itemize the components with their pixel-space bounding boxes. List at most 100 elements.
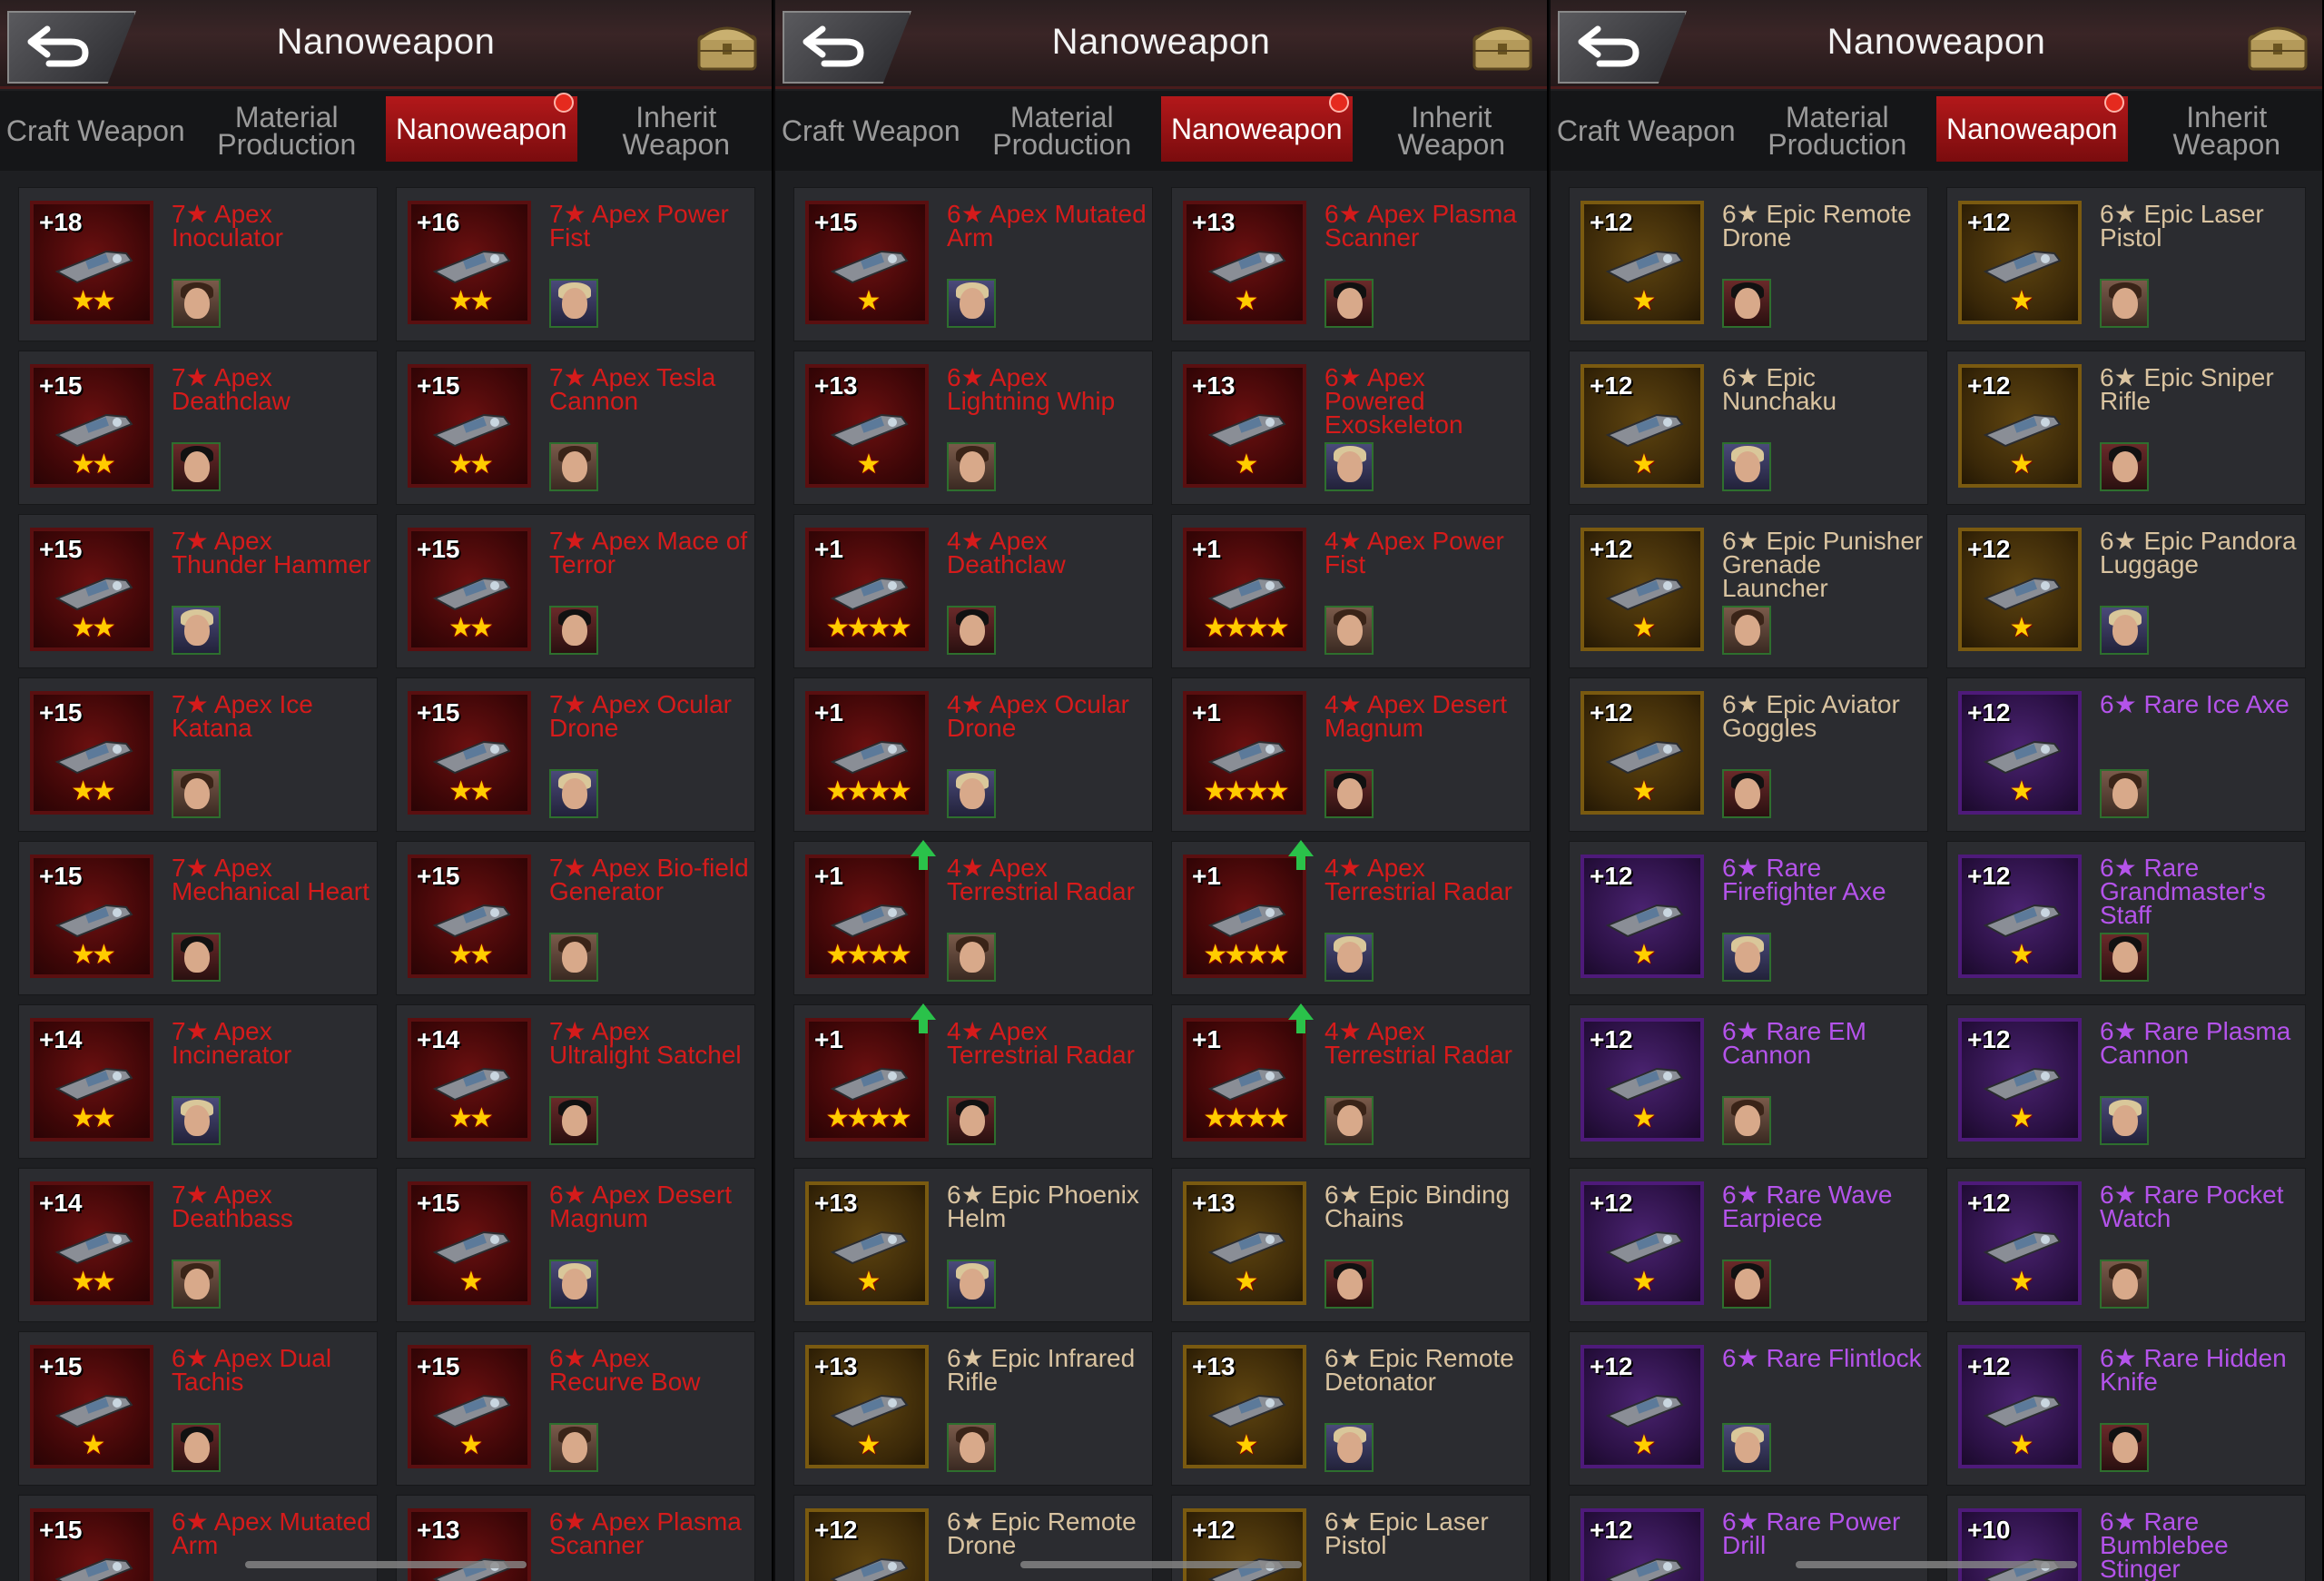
weapon-card[interactable]: +15 ★ 6★ Apex Mutated Arm xyxy=(793,187,1153,341)
tab-inherit-weapon[interactable]: Inherit Weapon xyxy=(2132,91,2323,171)
tab-inherit-weapon[interactable]: Inherit Weapon xyxy=(1356,91,1548,171)
weapon-card[interactable]: +12 ★ 6★ Rare Flintlock xyxy=(1569,1331,1928,1486)
weapon-card[interactable]: +13 ★ 6★ Apex Powered Exoskeleton xyxy=(1171,351,1531,505)
tab-nanoweapon[interactable]: Nanoweapon xyxy=(1936,93,2128,162)
tab-material-production[interactable]: Material Production xyxy=(967,91,1158,171)
weapon-card[interactable]: +12 ★ 6★ Epic Pandora Luggage xyxy=(1946,514,2306,668)
weapon-thumbnail: +12 ★ xyxy=(1581,855,1704,978)
tab-craft-weapon[interactable]: Craft Weapon xyxy=(775,91,967,171)
weapon-card[interactable]: +1 ★★★★ 4★ Apex Terrestrial Radar xyxy=(793,1003,1153,1159)
weapon-thumbnail: +12 ★ xyxy=(1958,1018,2082,1141)
avatar xyxy=(172,1096,221,1145)
star-rating-icon: ★★★★ xyxy=(1203,776,1290,806)
tab-material-production[interactable]: Material Production xyxy=(1742,91,1934,171)
weapon-thumbnail: +15 ★ xyxy=(408,1345,531,1468)
scrollbar[interactable] xyxy=(1020,1561,1302,1568)
weapon-card[interactable]: +15 ★★ 7★ Apex Mace of Terror xyxy=(396,514,755,668)
weapon-name: 6★ Epic Aviator Goggles xyxy=(1722,690,1900,742)
weapon-thumbnail: +12 ★ xyxy=(1581,1181,1704,1305)
weapon-card[interactable]: +15 ★★ 7★ Apex Ice Katana xyxy=(18,677,378,832)
avatar-face xyxy=(184,942,210,973)
chest-icon[interactable] xyxy=(1471,20,1534,73)
weapon-card[interactable]: +15 ★★ 7★ Apex Thunder Hammer xyxy=(18,514,378,668)
weapon-card[interactable]: +12 ★ 6★ Rare Hidden Knife xyxy=(1946,1331,2306,1486)
weapon-card[interactable]: +13 ★ 6★ Epic Phoenix Helm xyxy=(793,1168,1153,1322)
weapon-card[interactable]: +15 ★★ 7★ Apex Tesla Cannon xyxy=(396,351,755,505)
weapon-card[interactable]: +12 ★ 6★ Rare EM Cannon xyxy=(1569,1004,1928,1159)
chest-icon[interactable] xyxy=(2246,20,2309,73)
weapon-card[interactable]: +15 ★ 6★ Apex Dual Tachis xyxy=(18,1331,378,1486)
weapon-card[interactable]: +15 ★ 6★ Apex Desert Magnum xyxy=(396,1168,755,1322)
weapon-card[interactable]: +12 ★ 6★ Rare Grandmaster's Staff xyxy=(1946,841,2306,995)
weapon-card[interactable]: +15 ★★ 7★ Apex Bio-field Generator xyxy=(396,841,755,995)
weapon-name: 6★ Epic Punisher Grenade Launcher xyxy=(1722,527,1924,602)
weapon-card[interactable]: +15 ★★ 7★ Apex Deathclaw xyxy=(18,351,378,505)
weapon-card[interactable]: +15 ★ 6★ Apex Recurve Bow xyxy=(396,1331,755,1486)
weapon-card[interactable]: +14 ★★ 7★ Apex Deathbass xyxy=(18,1168,378,1322)
tab-label: Material Production xyxy=(1768,101,1907,161)
weapon-thumbnail: +12 ★ xyxy=(1581,1345,1704,1468)
weapon-card[interactable]: +12 ★ 6★ Rare Plasma Cannon xyxy=(1946,1004,2306,1159)
avatar-face xyxy=(960,288,985,319)
weapon-card[interactable]: +16 ★★ 7★ Apex Power Fist xyxy=(396,187,755,341)
weapon-card[interactable]: +13 ★ 6★ Epic Remote Detonator xyxy=(1171,1331,1531,1486)
weapon-card[interactable]: +13 ★ 6★ Apex Plasma Scanner xyxy=(1171,187,1531,341)
weapon-card[interactable]: +12 ★ 6★ Epic Nunchaku xyxy=(1569,351,1928,505)
tab-inherit-weapon[interactable]: Inherit Weapon xyxy=(581,91,773,171)
tab-material-production[interactable]: Material Production xyxy=(192,91,383,171)
weapon-card[interactable]: +12 ★ 6★ Rare Ice Axe xyxy=(1946,677,2306,832)
avatar xyxy=(1324,1096,1374,1145)
weapon-card[interactable]: +13 ★ 6★ Apex Lightning Whip xyxy=(793,351,1153,505)
weapon-card[interactable]: +15 ★★ 7★ Apex Mechanical Heart xyxy=(18,841,378,995)
weapon-card[interactable]: +12 ★ 6★ Epic Aviator Goggles xyxy=(1569,677,1928,832)
weapon-thumbnail: +12 ★ xyxy=(1958,691,2082,815)
weapon-card[interactable]: +15 ★★ 7★ Apex Ocular Drone xyxy=(396,677,755,832)
weapon-card[interactable]: +14 ★★ 7★ Apex Incinerator xyxy=(18,1004,378,1159)
weapon-thumbnail: +15 ★ xyxy=(408,1181,531,1305)
weapon-card[interactable]: +13 ★ 6★ Epic Binding Chains xyxy=(1171,1168,1531,1322)
weapon-name: 7★ Apex Incinerator xyxy=(172,1017,292,1069)
tab-nanoweapon[interactable]: Nanoweapon xyxy=(386,93,577,162)
tab-craft-weapon[interactable]: Craft Weapon xyxy=(0,91,192,171)
tab-nanoweapon[interactable]: Nanoweapon xyxy=(1161,93,1353,162)
star-rating-icon: ★ xyxy=(1631,1103,1657,1133)
weapon-card[interactable]: +12 ★ 6★ Rare Wave Earpiece xyxy=(1569,1168,1928,1322)
avatar xyxy=(549,1423,598,1472)
weapon-thumbnail: +13 ★ xyxy=(805,1345,929,1468)
weapon-card[interactable]: +12 ★ 6★ Epic Punisher Grenade Launcher xyxy=(1569,514,1928,668)
avatar-face xyxy=(562,451,587,482)
star-rating-icon: ★ xyxy=(856,1430,881,1460)
weapon-card[interactable]: +1 ★★★★ 4★ Apex Power Fist xyxy=(1171,514,1531,668)
weapon-card[interactable]: +1 ★★★★ 4★ Apex Terrestrial Radar xyxy=(1171,1003,1531,1159)
weapon-card[interactable]: +12 ★ 6★ Rare Firefighter Axe xyxy=(1569,841,1928,995)
avatar-face xyxy=(1337,1105,1363,1136)
star-rating-icon: ★ xyxy=(2009,776,2034,806)
chest-icon[interactable] xyxy=(695,20,759,73)
avatar xyxy=(1324,1423,1374,1472)
weapon-card[interactable]: +12 ★ 6★ Rare Pocket Watch xyxy=(1946,1168,2306,1322)
star-rating-icon: ★★ xyxy=(448,1103,494,1133)
weapon-card[interactable]: +1 ★★★★ 4★ Apex Desert Magnum xyxy=(1171,677,1531,832)
weapon-card[interactable]: +13 ★ 6★ Epic Infrared Rifle xyxy=(793,1331,1153,1486)
weapon-card[interactable]: +18 ★★ 7★ Apex Inoculator xyxy=(18,187,378,341)
weapon-card[interactable]: +1 ★★★★ 4★ Apex Ocular Drone xyxy=(793,677,1153,832)
weapon-card[interactable]: +1 ★★★★ 4★ Apex Deathclaw xyxy=(793,514,1153,668)
avatar xyxy=(2100,442,2149,491)
weapon-card[interactable]: +12 ★ 6★ Epic Remote Drone xyxy=(1569,187,1928,341)
tab-bar: Craft Weapon Material Production Nanoweapo… xyxy=(0,91,772,171)
avatar-face xyxy=(1337,615,1363,646)
weapon-icon xyxy=(432,1557,511,1581)
weapon-card[interactable]: +1 ★★★★ 4★ Apex Terrestrial Radar xyxy=(1171,840,1531,995)
star-rating-icon: ★★ xyxy=(448,776,494,806)
weapon-card[interactable]: +12 ★ 6★ Epic Sniper Rifle xyxy=(1946,351,2306,505)
weapon-card[interactable]: +1 ★★★★ 4★ Apex Terrestrial Radar xyxy=(793,840,1153,995)
weapon-thumbnail: +15 ★ xyxy=(805,201,929,324)
weapon-name: 4★ Apex Ocular Drone xyxy=(947,690,1129,742)
weapon-card[interactable]: +12 ★ 6★ Epic Laser Pistol xyxy=(1946,187,2306,341)
weapon-card[interactable]: +14 ★★ 7★ Apex Ultralight Satchel xyxy=(396,1004,755,1159)
tab-craft-weapon[interactable]: Craft Weapon xyxy=(1551,91,1742,171)
page-title: Nanoweapon xyxy=(1051,22,1271,62)
scrollbar[interactable] xyxy=(1796,1561,2077,1568)
scrollbar[interactable] xyxy=(245,1561,527,1568)
star-rating-icon: ★ xyxy=(2009,1267,2034,1297)
